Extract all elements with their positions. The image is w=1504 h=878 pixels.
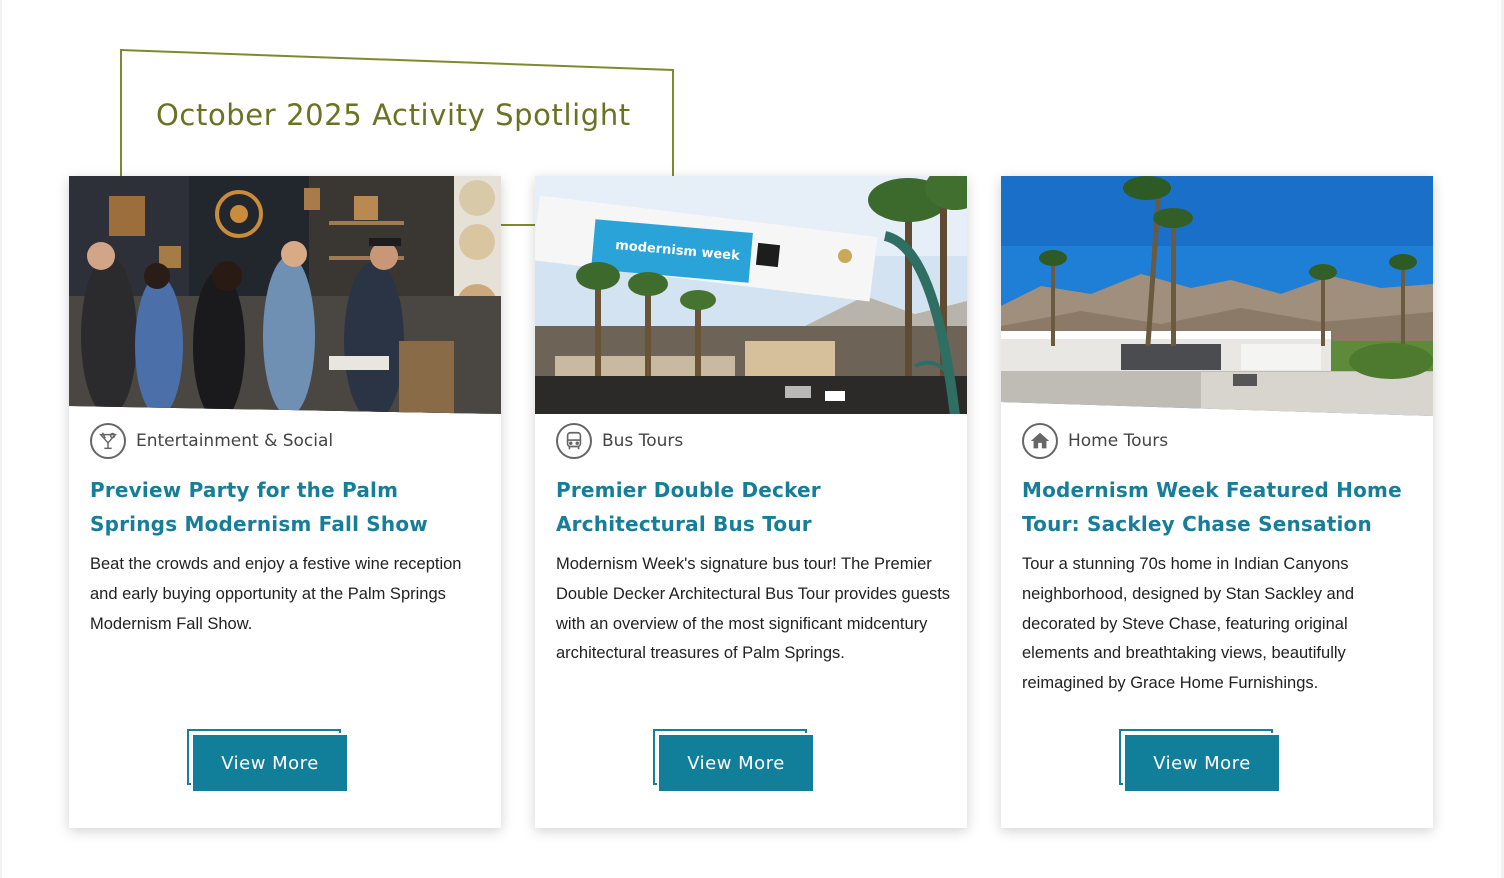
card-title[interactable]: Premier Double Decker Architectural Bus … (556, 473, 951, 541)
card-image-home-tour[interactable] (1001, 176, 1433, 416)
category-row: Home Tours (1022, 422, 1168, 460)
view-more-button[interactable]: View More (191, 733, 349, 793)
category-row: Entertainment & Social (90, 422, 333, 460)
bus-icon (556, 423, 592, 459)
view-more-button-wrapper: View More (1119, 729, 1281, 793)
view-more-button-wrapper: View More (187, 729, 349, 793)
house-icon (1022, 423, 1058, 459)
card-image-bus-tour[interactable]: modernism week (535, 176, 967, 416)
page-edge-left (0, 0, 2, 878)
card-description: Modernism Week's signature bus tour! The… (556, 555, 951, 663)
card-description: Beat the crowds and enjoy a festive wine… (90, 555, 462, 633)
card-description: Tour a stunning 70s home in Indian Canyo… (1022, 555, 1355, 693)
activity-card: Home Tours Modernism Week Featured Home … (1001, 176, 1433, 828)
preview-party-photo (69, 176, 501, 414)
activity-card: modernism week Bus Tours Premier Double … (535, 176, 967, 828)
bus-tour-photo: modernism week (535, 176, 967, 414)
section-heading: October 2025 Activity Spotlight (156, 98, 631, 132)
card-title[interactable]: Modernism Week Featured Home Tour: Sackl… (1022, 473, 1417, 541)
home-tour-photo (1001, 176, 1433, 416)
category-row: Bus Tours (556, 422, 683, 460)
category-label: Entertainment & Social (136, 431, 334, 451)
card-image-preview-party[interactable] (69, 176, 501, 416)
activity-spotlight-page: October 2025 Activity Spotlight Entertai… (0, 0, 1504, 878)
category-label: Bus Tours (602, 431, 684, 451)
activity-card: Entertainment & Social Preview Party for… (69, 176, 501, 828)
view-more-button[interactable]: View More (657, 733, 815, 793)
category-label: Home Tours (1068, 431, 1169, 451)
view-more-button-wrapper: View More (653, 729, 815, 793)
view-more-button[interactable]: View More (1123, 733, 1281, 793)
card-title[interactable]: Preview Party for the Palm Springs Moder… (90, 473, 485, 541)
cocktail-icon (90, 423, 126, 459)
